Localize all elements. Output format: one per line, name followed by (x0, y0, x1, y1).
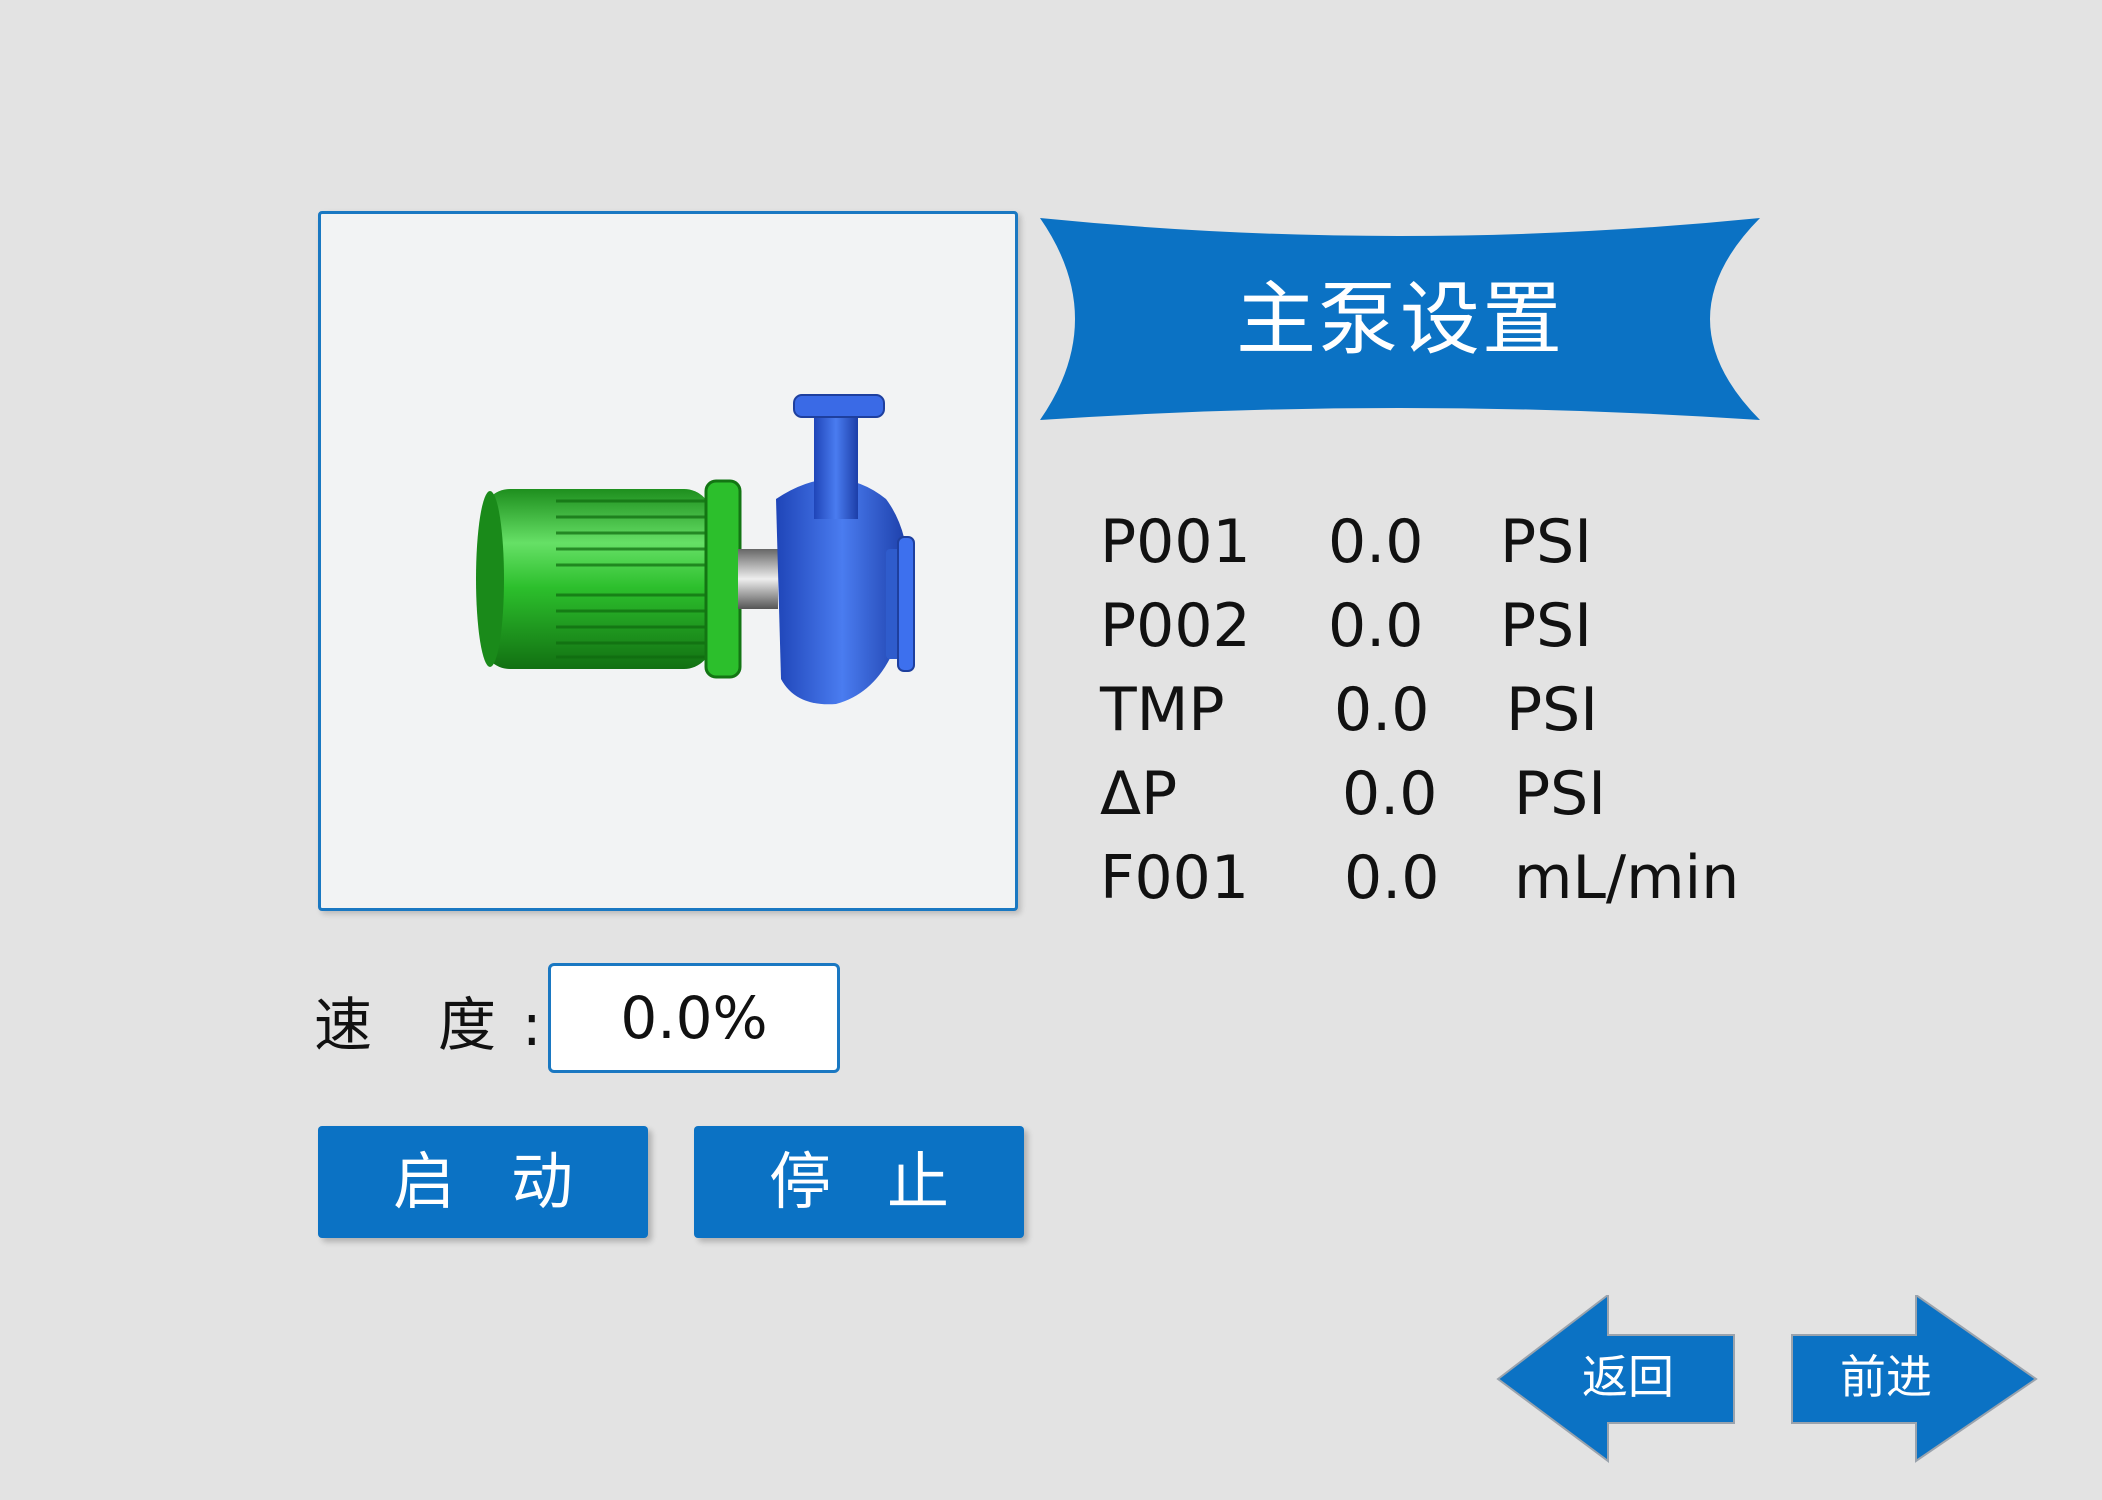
reading-value: 0.0 (1328, 591, 1424, 661)
reading-name: F001 (1100, 843, 1250, 913)
speed-input[interactable]: 0.0% (548, 963, 840, 1073)
speed-label-char2: 度 (438, 991, 497, 1059)
page-title: 主泵设置 (1236, 273, 1564, 366)
reading-name: ΔP (1100, 759, 1178, 829)
reading-value: 0.0 (1342, 759, 1438, 829)
back-button[interactable]: 返回 (1494, 1292, 1744, 1469)
reading-value: 0.0 (1344, 843, 1440, 913)
speed-label: 速 度 : (314, 990, 542, 1060)
forward-label: 前进 (1840, 1350, 1932, 1404)
speed-label-colon: : (522, 991, 542, 1059)
reading-unit: mL/min (1514, 843, 1740, 913)
reading-unit: PSI (1506, 675, 1598, 745)
reading-name: TMP (1100, 675, 1225, 745)
reading-name: P002 (1100, 591, 1251, 661)
stop-button[interactable]: 停止 (694, 1126, 1024, 1238)
centrifugal-pump-icon (476, 394, 915, 705)
forward-button[interactable]: 前进 (1790, 1293, 2040, 1469)
speed-label-char1: 速 (314, 991, 373, 1059)
reading-unit: PSI (1500, 507, 1592, 577)
reading-value: 0.0 (1334, 675, 1430, 745)
reading-unit: PSI (1500, 591, 1592, 661)
reading-unit: PSI (1514, 759, 1606, 829)
pump-image-panel (318, 211, 1018, 911)
back-label: 返回 (1582, 1350, 1674, 1404)
start-button[interactable]: 启动 (318, 1126, 648, 1238)
reading-value: 0.0 (1328, 507, 1424, 577)
reading-name: P001 (1100, 507, 1251, 577)
